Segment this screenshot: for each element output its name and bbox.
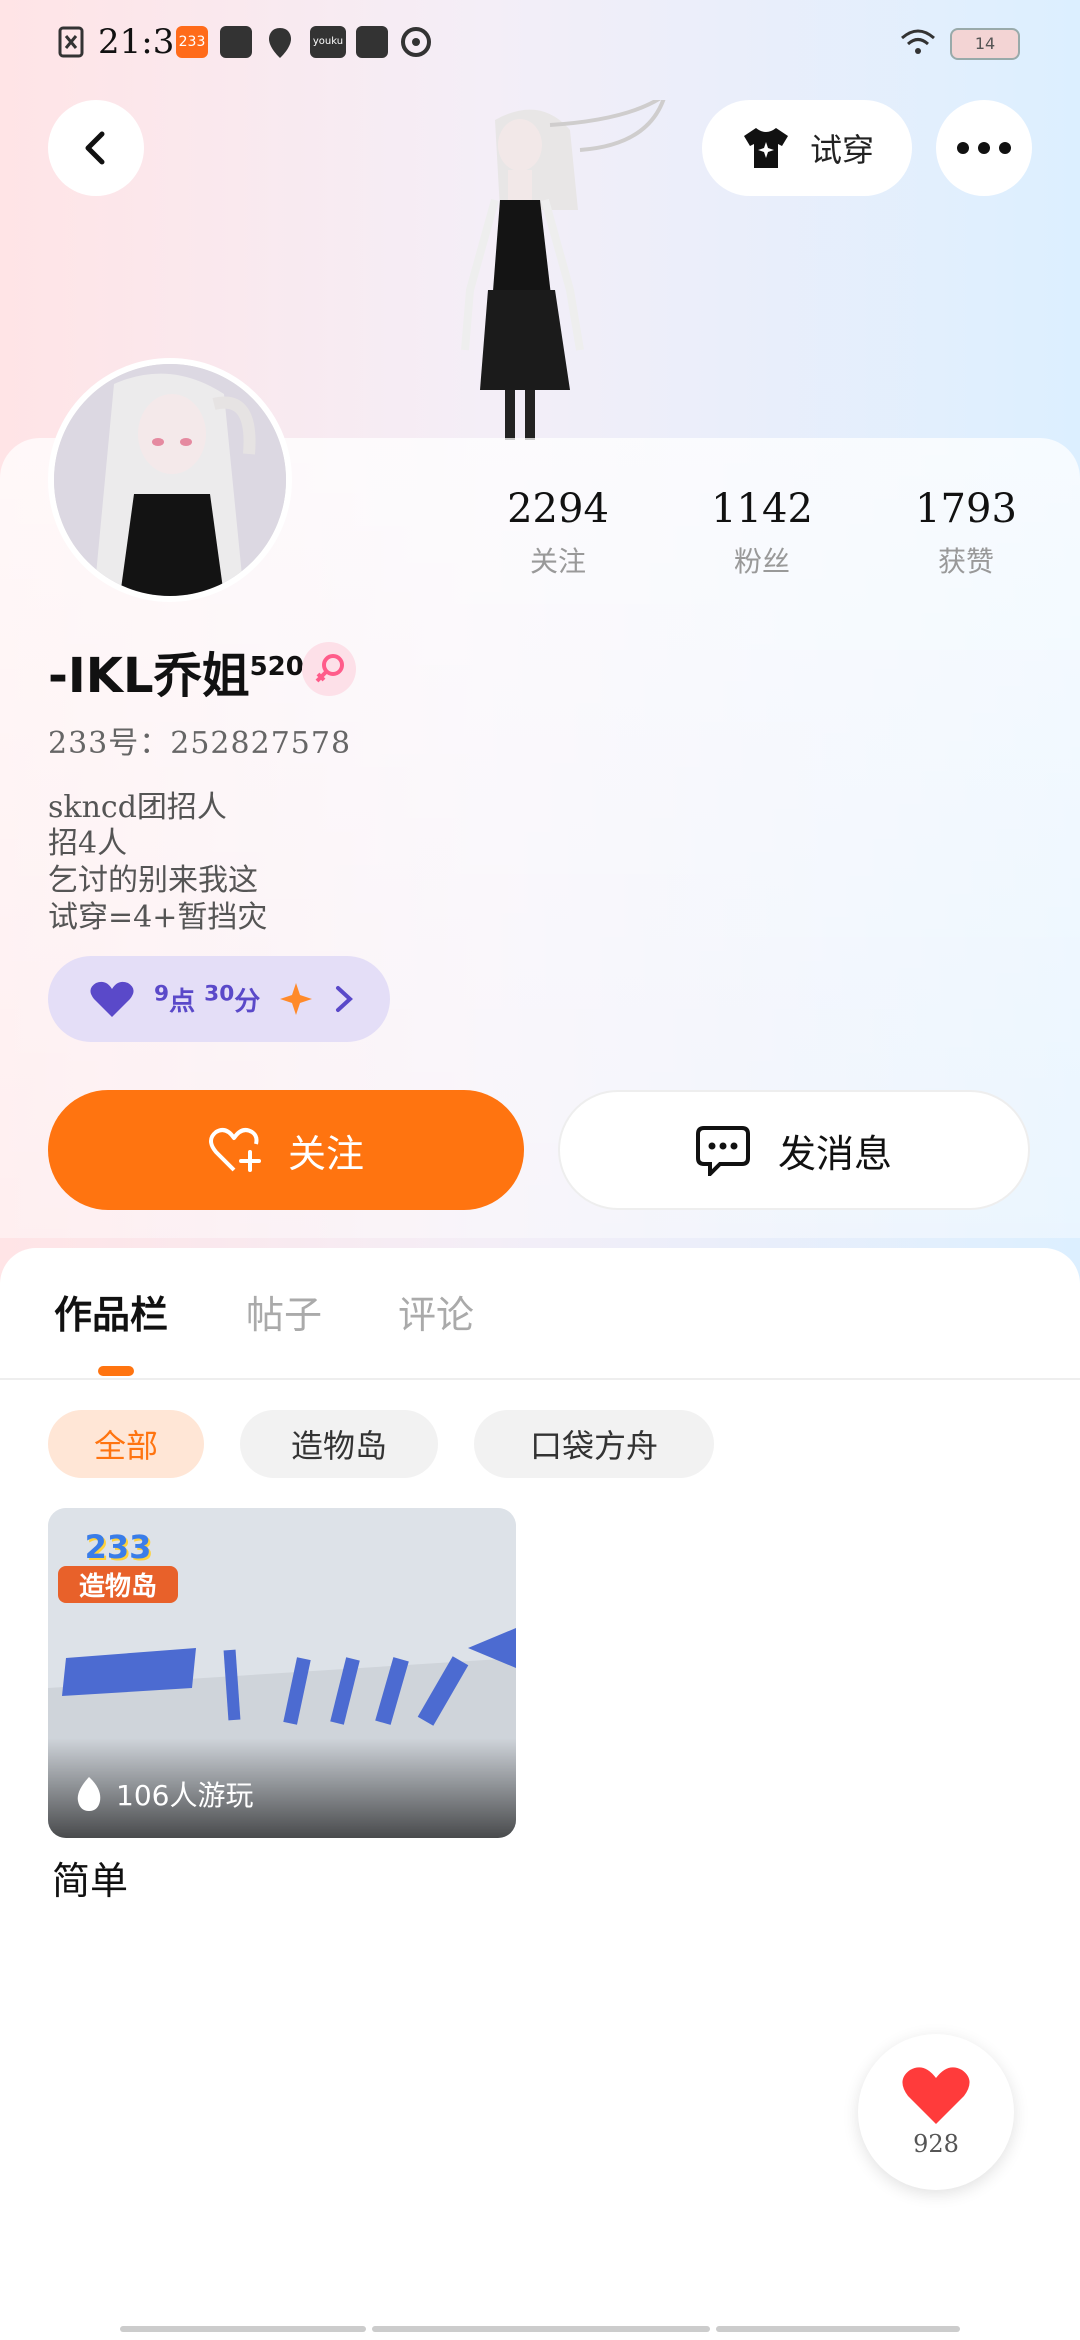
more-dots-icon [957,142,1011,154]
back-button[interactable] [48,100,144,196]
app-233-icon: 233 [176,26,208,58]
stat-value: 1793 [915,486,1017,532]
like-count: 928 [913,2130,959,2158]
stat-value: 2294 [507,486,609,532]
divider [0,1378,1080,1380]
stat-label: 关注 [529,545,586,578]
stat-likes[interactable]: 1793 获赞 [866,486,1066,580]
message-label: 发消息 [777,1131,892,1176]
message-button[interactable]: 发消息 [558,1090,1030,1210]
character-avatar-3d [461,100,666,440]
players-count: 106人游玩 [74,1774,253,1814]
gender-badge [302,642,356,696]
heart-icon [902,2067,970,2124]
tab-comments[interactable]: 评论 [398,1284,474,1339]
battery-indicator: 14 [950,28,1020,60]
creation-island-logo: 233 造物岛 [58,1528,178,1618]
app-du-icon [220,26,252,58]
stat-label: 粉丝 [733,545,790,578]
user-id: 233号：252827578 [48,726,352,761]
stat-following[interactable]: 2294 关注 [458,486,658,580]
chevron-left-icon [85,131,105,165]
filter-creation-island[interactable]: 造物岛 [240,1410,438,1478]
app-notes-icon [356,26,388,58]
work-title[interactable]: 简单 [52,1850,128,1905]
filter-all[interactable]: 全部 [48,1410,204,1478]
file-icon [58,26,84,58]
chevron-right-icon [336,986,354,1012]
username: -IKL乔姐520 [48,636,304,706]
stat-fans[interactable]: 1142 粉丝 [662,486,862,580]
chat-icon [695,1126,750,1176]
location-icon [269,28,291,58]
try-on-label: 试穿 [809,131,874,169]
stat-label: 获赞 [937,545,994,578]
status-tag-text: 9点 30分 [154,980,261,1017]
heart-plus-icon [208,1128,261,1172]
shirt-icon [743,128,788,168]
more-button[interactable] [936,100,1032,196]
follow-button[interactable]: 关注 [48,1090,524,1210]
tab-posts[interactable]: 帖子 [246,1284,322,1339]
wifi-icon [901,29,935,54]
status-bar: 21:35 233 youku 14 [0,0,1080,90]
like-fab[interactable]: 928 [858,2034,1014,2190]
tab-works[interactable]: 作品栏 [54,1284,168,1339]
bio-line: 试穿=4+暂挡灾 [48,900,268,935]
username-sup: 520 [249,652,304,682]
sparkle-icon [280,983,313,1015]
nav-bar-segment [372,2326,710,2332]
status-tag[interactable]: 9点 30分 [48,956,390,1042]
filter-pocket-ark[interactable]: 口袋方舟 [474,1410,714,1478]
avatar-image [54,364,286,596]
app-youku-icon: youku [310,26,346,58]
try-on-button[interactable]: 试穿 [702,100,912,196]
heart-icon [90,981,134,1017]
avatar[interactable] [48,358,292,602]
female-icon [315,654,344,683]
follow-label: 关注 [287,1131,364,1176]
username-text: -IKL乔姐 [48,648,250,704]
flame-icon [77,1777,101,1811]
stat-value: 1142 [711,486,813,532]
work-card[interactable]: 233 造物岛 106人游玩 [48,1508,516,1838]
tab-indicator [98,1366,134,1376]
app-circle-icon [401,27,431,57]
nav-bar-segment [120,2326,366,2332]
nav-bar-segment [716,2326,960,2332]
